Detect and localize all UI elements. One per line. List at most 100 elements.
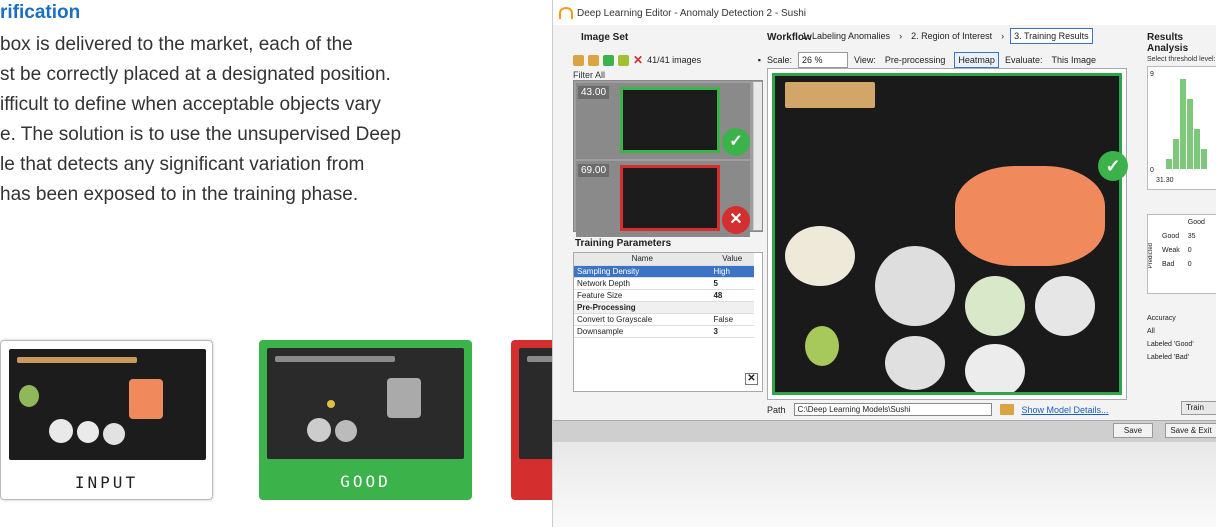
image-count: 41/41 images (647, 55, 702, 65)
preprocessing-button[interactable]: Pre-processing (882, 53, 949, 67)
predicted-label: Predicted (1148, 243, 1154, 269)
confusion-matrix: Predicted Good Good 35 Weak 0 Bad 0 (1147, 214, 1216, 294)
save-and-exit-button[interactable]: Save & Exit (1165, 423, 1216, 438)
accuracy-good: Labeled 'Good' (1147, 341, 1194, 348)
param-value[interactable]: 3 (710, 325, 754, 338)
thumbnail-scrollbar[interactable] (753, 82, 762, 230)
histogram-bar (1173, 139, 1179, 169)
sushi-image (772, 73, 1122, 395)
evaluate-this-image-button[interactable]: This Image (1048, 53, 1099, 67)
param-row[interactable]: Sampling Density High (574, 265, 754, 278)
accuracy-title: Accuracy (1147, 315, 1176, 322)
histogram-bar (1201, 149, 1207, 169)
train-button[interactable]: Train (1181, 401, 1216, 415)
histogram-y-max: 9 (1150, 71, 1154, 78)
param-row[interactable]: Network Depth 5 (574, 277, 754, 290)
step-region-of-interest[interactable]: 2. Region of Interest (908, 29, 995, 43)
deep-learning-editor-window: Deep Learning Editor - Anomaly Detection… (552, 0, 1216, 527)
anomaly-score: 69.00 (578, 164, 610, 177)
heatmap-button[interactable]: Heatmap (954, 52, 999, 68)
show-model-details-link[interactable]: Show Model Details... (1022, 405, 1109, 415)
thumbnail-item[interactable]: 43.00 ✓ (576, 83, 750, 159)
param-value[interactable]: High (710, 265, 754, 278)
image-viewer[interactable]: ✓ (767, 68, 1128, 400)
thumbnail-item[interactable]: 69.00 ✕ (576, 161, 750, 237)
param-group: Pre-Processing (574, 301, 754, 314)
matrix-cell: 0 (1187, 260, 1192, 268)
article-heading: rification (0, 2, 81, 23)
training-parameters-grid[interactable]: Name Value Sampling Density High Network D… (573, 252, 763, 392)
save-disk-icon[interactable]: ▪ (758, 55, 761, 65)
path-input[interactable]: C:\Deep Learning Models\Sushi (793, 403, 992, 416)
chevron-right-icon: › (1001, 31, 1005, 41)
article-line: has been exposed to in the training phas… (0, 184, 359, 205)
workflow-steps: 1. Labeling Anomalies › 2. Region of Int… (799, 28, 1093, 44)
step-labeling-anomalies[interactable]: 1. Labeling Anomalies (799, 29, 893, 43)
param-value[interactable]: 48 (710, 289, 754, 302)
open-folder-icon[interactable] (573, 54, 584, 66)
image-set-toolbar: ✕ 41/41 images ▪ (573, 52, 761, 68)
column-header-name: Name (574, 253, 711, 266)
filter-row[interactable]: Filter All (573, 70, 605, 80)
matrix-row-label: Bad (1162, 260, 1175, 268)
accuracy-all: All (1147, 328, 1155, 335)
matrix-col-header: Good (1187, 218, 1205, 226)
good-label: GOOD (340, 472, 391, 491)
input-label: INPUT (74, 473, 139, 492)
histogram-bar (1166, 159, 1172, 169)
anomaly-score: 43.00 (578, 86, 610, 99)
param-row[interactable]: Downsample 3 (574, 325, 754, 338)
window-title: Deep Learning Editor - Anomaly Detection… (577, 8, 807, 19)
label-good-icon[interactable] (603, 54, 614, 66)
param-name: Downsample (574, 325, 711, 338)
delete-icon[interactable]: ✕ (633, 53, 643, 67)
histogram-bar (1180, 79, 1186, 169)
param-name: Network Depth (574, 277, 711, 290)
tag-icon[interactable] (618, 54, 629, 66)
close-icon[interactable]: ✕ (745, 373, 758, 385)
score-histogram[interactable]: 9 0 31.30 (1147, 66, 1216, 190)
save-button[interactable]: Save (1113, 423, 1153, 438)
column-header-value: Value (710, 253, 754, 266)
good-grayscale-image (267, 348, 464, 459)
matrix-cell: 0 (1187, 246, 1192, 254)
app-logo-icon (559, 7, 573, 19)
accuracy-bad: Labeled 'Bad' (1147, 354, 1189, 361)
param-row[interactable]: Convert to Grayscale False (574, 313, 754, 326)
input-card: INPUT (0, 340, 213, 500)
matrix-cell: 35 (1187, 232, 1196, 240)
results-analysis-title: Results Analysis (1147, 32, 1189, 54)
param-value[interactable]: 5 (710, 277, 754, 290)
article-line: e. The solution is to use the unsupervis… (0, 124, 402, 145)
article-line: ifficult to define when acceptable objec… (0, 94, 381, 115)
training-parameters-title: Training Parameters (575, 238, 672, 249)
chevron-right-icon: › (899, 31, 903, 41)
step-training-results[interactable]: 3. Training Results (1010, 28, 1093, 44)
article-line: le that detects any significant variatio… (0, 154, 365, 175)
thumbnail-image (620, 87, 720, 153)
check-icon: ✓ (1098, 151, 1128, 181)
histogram-bar (1194, 129, 1200, 169)
thumbnail-list[interactable]: 43.00 ✓ 69.00 ✕ (573, 80, 763, 237)
window-reflection (553, 442, 1216, 527)
histogram-bar (1187, 99, 1193, 169)
param-group-row: Pre-Processing (574, 301, 754, 314)
add-images-icon[interactable] (588, 54, 599, 66)
scale-select[interactable]: 26 % (798, 52, 849, 68)
evaluate-label: Evaluate: (1004, 55, 1043, 65)
scale-label: Scale: (767, 55, 793, 65)
input-sushi-image (9, 349, 206, 460)
histogram-y-min: 0 (1150, 167, 1154, 174)
path-label: Path (767, 404, 786, 415)
x-icon: ✕ (722, 206, 750, 234)
thumbnail-image (620, 165, 720, 231)
matrix-row-label: Weak (1162, 246, 1180, 254)
param-name: Sampling Density (574, 265, 711, 278)
param-value[interactable]: False (710, 313, 754, 326)
threshold-label: Select threshold level: (1147, 56, 1216, 63)
browse-folder-icon[interactable] (999, 404, 1014, 415)
good-card: GOOD (259, 340, 472, 500)
path-row: Path C:\Deep Learning Models\Sushi Show … (767, 403, 1109, 416)
param-row[interactable]: Feature Size 48 (574, 289, 754, 302)
filter-value: All (595, 70, 606, 80)
